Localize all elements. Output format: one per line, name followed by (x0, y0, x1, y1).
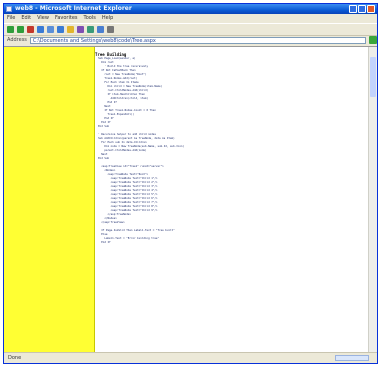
go-button[interactable] (368, 36, 377, 44)
status-text: Done (8, 355, 22, 361)
page-content: Tree Building Sub Page_Load(sender, e) D… (4, 46, 377, 353)
security-zone (335, 355, 369, 361)
mail-icon[interactable] (97, 26, 104, 33)
media-icon[interactable] (77, 26, 84, 33)
print-icon[interactable] (107, 26, 114, 33)
history-icon[interactable] (87, 26, 94, 33)
menu-item-tools[interactable]: Tools (84, 14, 96, 23)
scrollbar-thumb[interactable] (370, 57, 376, 97)
title-bar[interactable]: web8 - Microsoft Internet Explorer (4, 4, 377, 14)
search-icon[interactable] (57, 26, 64, 33)
minimize-button[interactable] (349, 5, 357, 13)
ie-icon (6, 6, 12, 12)
menu-item-view[interactable]: View (37, 14, 49, 23)
menu-item-help[interactable]: Help (102, 14, 113, 23)
window-title: web8 - Microsoft Internet Explorer (15, 5, 132, 12)
address-label: Address (7, 37, 27, 43)
status-bar: Done (4, 352, 377, 363)
close-button[interactable] (367, 5, 375, 13)
browser-window: web8 - Microsoft Internet Explorer File E… (3, 3, 378, 364)
vertical-scrollbar[interactable] (368, 47, 377, 353)
yellow-sidebar (4, 47, 95, 353)
menu-item-favorites[interactable]: Favorites (55, 14, 78, 23)
code-listing: Tree Building Sub Page_Load(sender, e) D… (95, 47, 369, 353)
menu-bar: File Edit View Favorites Tools Help (4, 14, 377, 23)
address-input[interactable]: C:\Documents and Settings\web8\code\Tree… (29, 36, 366, 44)
code-line: End If (95, 241, 111, 244)
maximize-button[interactable] (358, 5, 366, 13)
refresh-icon[interactable] (37, 26, 44, 33)
back-icon[interactable] (7, 26, 14, 33)
stop-icon[interactable] (27, 26, 34, 33)
address-bar: Address C:\Documents and Settings\web8\c… (4, 35, 377, 45)
menu-item-file[interactable]: File (7, 14, 15, 23)
favorites-icon[interactable] (67, 26, 74, 33)
forward-icon[interactable] (17, 26, 24, 33)
home-icon[interactable] (47, 26, 54, 33)
menu-item-edit[interactable]: Edit (21, 14, 31, 23)
